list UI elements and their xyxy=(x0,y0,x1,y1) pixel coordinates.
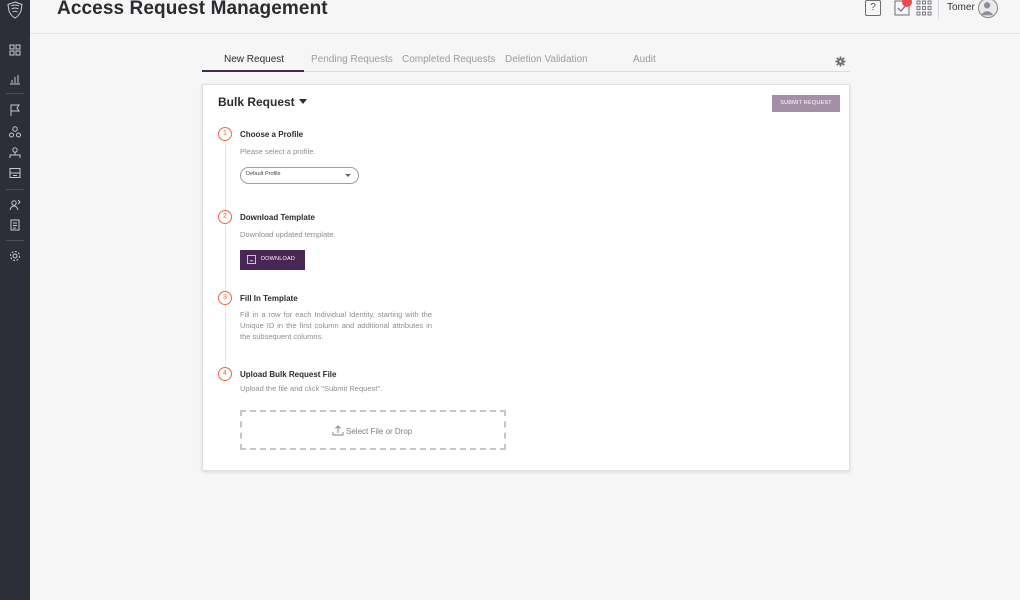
page-title: Access Request Management xyxy=(57,0,328,19)
header-divider xyxy=(938,0,939,19)
dropzone-label: Select File or Drop xyxy=(346,427,413,436)
apps-grid-icon[interactable] xyxy=(916,0,932,16)
request-type-dropdown[interactable]: Bulk Request xyxy=(218,95,307,109)
card-title: Bulk Request xyxy=(218,95,295,109)
rail-divider xyxy=(6,240,24,241)
reports-icon[interactable] xyxy=(8,72,22,86)
inbox-icon[interactable] xyxy=(8,166,22,180)
bulk-request-card: Bulk Request Submit Request 1 Choose a P… xyxy=(202,84,850,471)
gear-icon[interactable] xyxy=(835,56,846,67)
step-description: Download updated template. xyxy=(240,230,336,239)
step-description: Upload the file and click "Submit Reques… xyxy=(240,384,383,393)
settings-icon[interactable] xyxy=(8,249,22,263)
chevron-down-icon xyxy=(345,174,351,177)
step-number: 1 xyxy=(218,127,232,141)
file-dropzone[interactable]: Select File or Drop xyxy=(240,410,506,450)
request-tabs: New Request Pending Requests Completed R… xyxy=(202,50,850,72)
step-title: Choose a Profile xyxy=(240,130,304,139)
rail-divider xyxy=(6,93,24,94)
rail-divider xyxy=(6,189,24,190)
help-icon: ? xyxy=(870,2,876,13)
step-number: 4 xyxy=(218,367,232,381)
step-description: Please select a profile. xyxy=(240,147,316,156)
users-icon[interactable] xyxy=(8,125,22,139)
tab-deletion-validation[interactable]: Deletion Validation xyxy=(505,54,588,65)
flag-icon[interactable] xyxy=(8,103,22,117)
app-header: Access Request Management ? Tomer xyxy=(30,0,1020,34)
tab-completed-requests[interactable]: Completed Requests xyxy=(402,54,495,65)
help-button[interactable]: ? xyxy=(865,0,881,16)
tab-pending-requests[interactable]: Pending Requests xyxy=(311,54,393,65)
step-number: 2 xyxy=(218,210,232,224)
profile-select-value: Default Profile xyxy=(246,171,281,177)
download-label: Download xyxy=(261,256,295,262)
download-button[interactable]: Download xyxy=(240,250,305,270)
user-name[interactable]: Tomer xyxy=(947,2,975,13)
groups-icon[interactable] xyxy=(8,146,22,160)
logo-shield-icon[interactable] xyxy=(7,1,23,19)
upload-icon xyxy=(332,425,344,436)
side-nav-rail xyxy=(0,0,30,600)
user-avatar-icon[interactable] xyxy=(978,0,998,18)
steps-connector-line xyxy=(225,143,226,373)
dashboard-icon[interactable] xyxy=(8,43,22,57)
tab-new-request[interactable]: New Request xyxy=(224,54,284,65)
download-icon xyxy=(247,255,256,264)
step-title: Fill In Template xyxy=(240,294,298,303)
tab-audit[interactable]: Audit xyxy=(633,54,656,65)
submit-request-button[interactable]: Submit Request xyxy=(772,95,840,112)
step-title: Download Template xyxy=(240,213,315,222)
caret-down-icon xyxy=(298,99,307,104)
access-icon[interactable] xyxy=(8,198,22,212)
step-number: 3 xyxy=(218,291,232,305)
document-icon[interactable] xyxy=(8,218,22,232)
notification-badge xyxy=(902,0,912,7)
profile-select[interactable]: Default Profile xyxy=(240,167,359,184)
active-tab-indicator xyxy=(202,70,304,72)
step-title: Upload Bulk Request File xyxy=(240,370,337,379)
step-description: Fill in a row for each Individual Identi… xyxy=(240,310,432,341)
